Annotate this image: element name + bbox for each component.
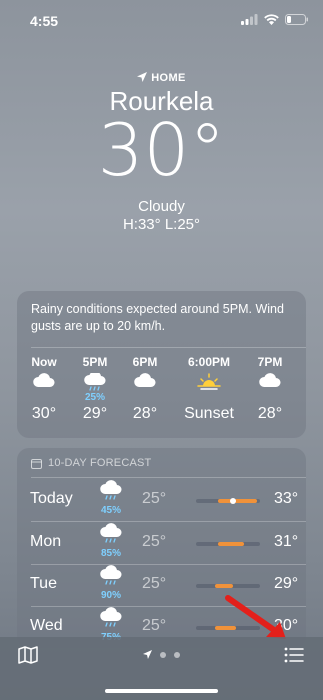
- forecast-low: 25°: [142, 575, 167, 592]
- forecast-row[interactable]: Today 45% 25° 33°: [17, 480, 306, 521]
- map-icon[interactable]: [18, 646, 38, 664]
- cloud-rain-icon: [100, 607, 122, 627]
- divider: [31, 521, 306, 522]
- signal-icon: [241, 14, 258, 25]
- hour-item: 7PM 28°: [240, 355, 300, 423]
- page-dot: [160, 651, 166, 658]
- forecast-header: 10-DAY FORECAST: [31, 457, 151, 469]
- current-temperature: 30°: [97, 108, 226, 192]
- forecast-precip: 45%: [100, 505, 121, 516]
- cloud-rain-icon: [100, 480, 122, 500]
- wifi-icon: [264, 14, 279, 25]
- forecast-day: Tue: [30, 575, 57, 592]
- hour-label: 7PM: [257, 355, 283, 369]
- battery-icon: [285, 14, 308, 25]
- hour-item: 6PM 28°: [115, 355, 175, 423]
- cloud-icon: [259, 373, 281, 387]
- divider: [31, 347, 306, 348]
- page-dot: [174, 651, 180, 658]
- location-arrow-icon: [137, 72, 148, 82]
- forecast-day: Wed: [30, 617, 63, 634]
- temp-range-fill: [218, 542, 244, 546]
- forecast-low: 25°: [142, 490, 167, 507]
- forecast-high: 31°: [274, 533, 299, 550]
- forecast-high: 29°: [274, 575, 299, 592]
- forecast-low: 25°: [142, 533, 167, 550]
- home-location-label: HOME: [0, 72, 323, 84]
- page-indicator[interactable]: [143, 650, 180, 659]
- temp-range-fill: [218, 499, 257, 503]
- forecast-high: 33°: [274, 490, 299, 507]
- temp-range-bar: [196, 498, 260, 504]
- forecast-day: Mon: [30, 533, 62, 550]
- hour-temp: 28°: [132, 405, 158, 422]
- hour-temp: 28°: [257, 405, 283, 422]
- forecast-row[interactable]: Mon 85% 25° 31°: [17, 523, 306, 564]
- hour-temp: Sunset: [184, 405, 234, 422]
- hour-label: 6:00PM: [187, 355, 231, 369]
- cloud-rain-icon: [100, 565, 122, 585]
- temp-range-bar: [196, 542, 260, 546]
- forecast-low: 25°: [142, 617, 167, 634]
- status-icons: [241, 14, 309, 25]
- cloud-icon: [33, 373, 55, 387]
- status-bar: 4:55: [0, 0, 323, 44]
- list-icon[interactable]: [284, 647, 304, 663]
- forecast-precip: 85%: [100, 548, 121, 559]
- home-indicator: [105, 689, 218, 693]
- location-arrow-icon: [143, 650, 152, 659]
- hour-item: 6:00PM Sunset: [178, 355, 240, 423]
- status-time: 4:55: [30, 13, 59, 29]
- sunset-icon: [197, 373, 221, 390]
- high-low-text: H:33° L:25°: [122, 216, 201, 233]
- cloud-icon: [134, 373, 156, 387]
- condition-text: Cloudy: [138, 198, 185, 215]
- calendar-icon: [31, 458, 42, 469]
- forecast-title: 10-DAY FORECAST: [48, 457, 152, 469]
- divider: [31, 477, 306, 478]
- forecast-summary: Rainy conditions expected around 5PM. Wi…: [31, 302, 284, 333]
- cloud-rain-icon: [100, 523, 122, 543]
- hourly-forecast-card[interactable]: Rainy conditions expected around 5PM. Wi…: [17, 291, 306, 438]
- cloud-rain-icon: [84, 371, 106, 391]
- forecast-precip: 90%: [100, 590, 121, 601]
- current-temp-dot: [230, 498, 237, 504]
- home-text: HOME: [151, 72, 186, 84]
- hour-label: 6PM: [132, 355, 158, 369]
- forecast-day: Today: [30, 490, 73, 507]
- temp-range-fill: [215, 584, 234, 588]
- temp-range-bar: [196, 584, 260, 588]
